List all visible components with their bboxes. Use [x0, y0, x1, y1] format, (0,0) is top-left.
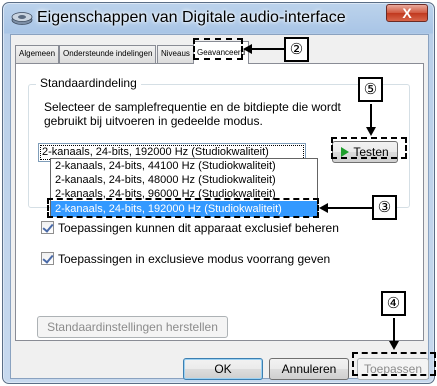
- window-title: Eigenschappen van Digitale audio-interfa…: [37, 9, 346, 26]
- callout-highlight-192khz-option: [47, 198, 319, 218]
- callout-highlight-advanced-tab: [193, 38, 243, 60]
- title-bar[interactable]: Eigenschappen van Digitale audio-interfa…: [3, 3, 434, 33]
- callout-arrow-line: [370, 104, 372, 128]
- callout-arrow: [389, 341, 399, 350]
- callout-highlight-test-button: [331, 137, 407, 159]
- callout-2: ②: [284, 37, 309, 62]
- exclusive-priority-row[interactable]: Toepassingen in exclusieve modus voorran…: [41, 252, 330, 266]
- callout-4: ④: [381, 291, 406, 316]
- exclusive-priority-checkbox[interactable]: [41, 252, 54, 265]
- callout-arrow-line: [393, 318, 395, 342]
- default-format-description: Selecteer de samplefrequentie en de bitd…: [44, 100, 341, 128]
- callout-highlight-apply-button: [352, 352, 436, 376]
- ok-button[interactable]: OK: [183, 358, 263, 380]
- tab-general[interactable]: Algemeen: [15, 45, 60, 63]
- callout-3: ③: [372, 195, 397, 220]
- close-button[interactable]: X: [386, 4, 428, 22]
- default-format-label: Standaardindeling: [36, 76, 141, 90]
- sample-rate-option[interactable]: 2-kanaals, 24-bits, 48000 Hz (Studiokwal…: [51, 173, 317, 187]
- speaker-icon: [11, 12, 33, 25]
- allow-exclusive-control-checkbox[interactable]: [41, 221, 54, 234]
- cancel-button[interactable]: Annuleren: [269, 358, 349, 380]
- exclusive-priority-label: Toepassingen in exclusieve modus voorran…: [58, 252, 331, 266]
- allow-exclusive-control-label: Toepassingen kunnen dit apparaat exclusi…: [58, 221, 339, 235]
- tab-supported-formats[interactable]: Ondersteunde indelingen: [59, 45, 157, 63]
- callout-5: ⑤: [358, 77, 383, 102]
- allow-exclusive-control-row[interactable]: Toepassingen kunnen dit apparaat exclusi…: [41, 221, 339, 235]
- callout-arrow-line: [251, 48, 284, 50]
- callout-arrow-line: [327, 207, 372, 209]
- restore-defaults-button[interactable]: Standaardinstellingen herstellen: [37, 316, 228, 338]
- tab-levels[interactable]: Niveaus: [157, 45, 194, 63]
- callout-arrow: [366, 127, 376, 136]
- sample-rate-option[interactable]: 2-kanaals, 24-bits, 44100 Hz (Studiokwal…: [51, 159, 317, 173]
